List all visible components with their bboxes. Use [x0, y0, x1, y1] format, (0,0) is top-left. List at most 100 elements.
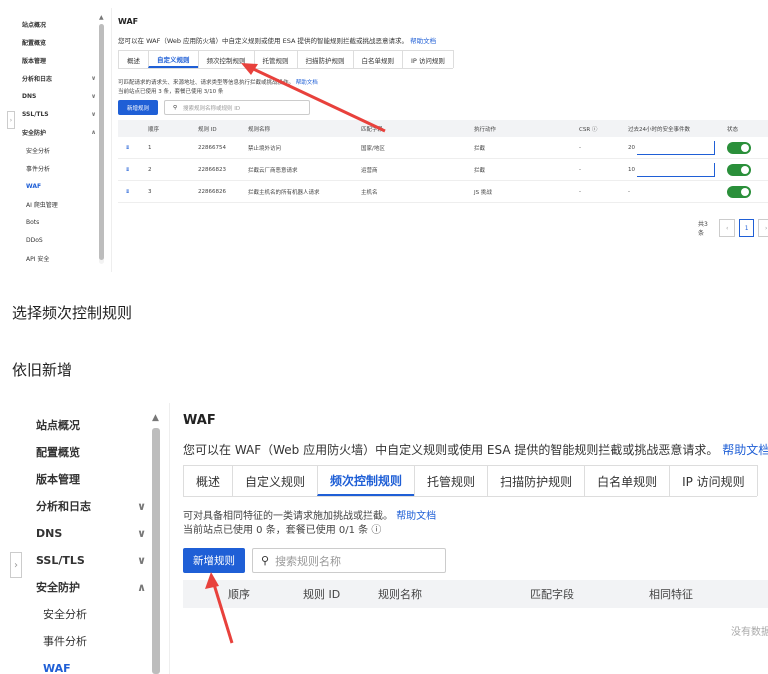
scrollbar-thumb[interactable] — [152, 428, 160, 674]
sidebar-item-dns[interactable]: DNS ∨ — [22, 91, 96, 101]
sidebar-item-waf[interactable]: WAF — [43, 660, 153, 674]
usage-text: 当前站点已使用 0 条，套餐已使用 0/1 条 ⓘ — [183, 525, 382, 536]
status-toggle[interactable] — [727, 137, 751, 158]
page-title: WAF — [118, 17, 139, 26]
tab-custom-rules[interactable]: 自定义规则 — [148, 50, 199, 68]
scrollbar-thumb[interactable] — [99, 24, 104, 260]
sidebar-item-ssl[interactable]: SSL/TLS ∨ — [22, 109, 96, 119]
sidebar-item-event-analysis[interactable]: 事件分析 — [43, 633, 153, 649]
tab-overview[interactable]: 概述 — [118, 50, 149, 68]
cell-rule-name[interactable]: 拦截云厂商恶意请求 — [248, 159, 298, 180]
cell-rule-name[interactable]: 拦截主机名的所有机器人请求 — [248, 181, 320, 202]
col-match-field: 匹配字段 — [361, 126, 384, 133]
table-row: ⁞⁞ 1 22866754 禁止境外访问 国家/地区 拦截 - 20 — [118, 137, 768, 159]
intro-text-body: 您可以在 WAF（Web 应用防火墙）中自定义规则或使用 ESA 提供的智能规则… — [183, 443, 719, 457]
sidebar-item-analytics[interactable]: 分析和日志 ∨ — [36, 498, 146, 514]
note-help-link[interactable]: 帮助文档 — [396, 511, 436, 522]
drag-handle-icon[interactable]: ⁞⁞ — [126, 181, 129, 202]
status-toggle[interactable] — [727, 181, 751, 202]
sidebar-item-analytics[interactable]: 分析和日志 ∨ — [22, 73, 96, 83]
sidebar-item-label: 安全防护 — [22, 129, 47, 137]
drag-handle-icon[interactable]: ⁞⁞ — [126, 137, 129, 158]
sidebar-item-event-analysis[interactable]: 事件分析 — [26, 163, 100, 173]
cell-csr: - — [579, 144, 581, 151]
toggle-on-icon — [727, 141, 751, 154]
tab-scan-protection[interactable]: 扫描防护规则 — [296, 50, 354, 68]
col-rule-id: 规则 ID — [198, 126, 217, 133]
sidebar-item-site-overview[interactable]: 站点概况 — [36, 417, 146, 433]
cell-rule-id: 22866823 — [198, 166, 226, 173]
cell-csr: - — [579, 166, 581, 173]
drag-handle-icon[interactable]: ⁞⁞ — [126, 159, 129, 180]
events-count: 20 — [628, 144, 635, 151]
sidebar-item-security[interactable]: 安全防护 ∧ — [36, 579, 146, 595]
tab-whitelist[interactable]: 白名单规则 — [584, 465, 671, 496]
search-input[interactable]: ⚲ 搜索规则名称或规则 ID — [164, 100, 310, 115]
sidebar-item-config-overview[interactable]: 配置概览 — [22, 37, 96, 47]
sidebar-item-waf[interactable]: WAF — [26, 181, 100, 191]
sidebar-item-security-analysis[interactable]: 安全分析 — [43, 606, 153, 622]
tab-managed-rules[interactable]: 托管规则 — [253, 50, 298, 68]
prev-page-icon[interactable]: ‹ — [719, 219, 735, 237]
tab-custom-rules[interactable]: 自定义规则 — [232, 465, 319, 496]
add-rule-button[interactable]: 新增规则 — [183, 548, 245, 573]
page-number[interactable]: 1 — [738, 219, 755, 237]
sidebar-item-site-overview[interactable]: 站点概况 — [22, 19, 96, 29]
sidebar-item-label: 分析和日志 — [36, 500, 91, 513]
sidebar-scrollbar[interactable] — [152, 428, 160, 674]
add-rule-button[interactable]: 新增规则 — [118, 100, 158, 115]
cell-events[interactable]: 10 — [628, 159, 715, 180]
sidebar-item-ddos[interactable]: DDoS — [26, 235, 100, 245]
rules-description-text: 可匹配请求的请求头、来源地址、请求类型等信息执行拦截或挑战操作。 — [118, 80, 295, 86]
sidebar-item-version[interactable]: 版本管理 — [36, 471, 146, 487]
col-rule-name: 规则名称 — [378, 588, 422, 601]
tab-whitelist[interactable]: 白名单规则 — [352, 50, 403, 68]
rules-description: 可对具备相同特征的一类请求施加挑战或拦截。 帮助文档 — [183, 507, 436, 522]
tab-ip-access[interactable]: IP 访问规则 — [402, 50, 454, 68]
sidebar-item-ssl[interactable]: SSL/TLS ∨ — [36, 552, 146, 568]
pagination: 共3条 ‹ 1 › — [698, 219, 768, 237]
sidebar-item-label: 版本管理 — [36, 473, 80, 486]
col-status: 状态 — [727, 126, 739, 133]
toggle-on-icon — [727, 163, 751, 176]
sidebar-item-security[interactable]: 安全防护 ∧ — [22, 127, 96, 137]
sidebar-item-label: 安全防护 — [36, 581, 80, 594]
col-order: 顺序 — [228, 588, 250, 601]
tab-ip-access[interactable]: IP 访问规则 — [669, 465, 758, 496]
sidebar-item-label: API 安全 — [26, 255, 50, 263]
scroll-up-icon[interactable]: ▲ — [152, 413, 159, 423]
tab-managed-rules[interactable]: 托管规则 — [414, 465, 489, 496]
cell-match-field: 国家/地区 — [361, 145, 385, 152]
scroll-up-icon[interactable]: ▲ — [99, 14, 104, 21]
cell-rule-id: 22866754 — [198, 144, 226, 151]
sidebar-item-label: Bots — [26, 218, 40, 226]
sidebar-item-label: WAF — [26, 182, 42, 190]
cell-order: 2 — [148, 166, 152, 173]
help-link[interactable]: 帮助文档 — [722, 443, 768, 457]
sidebar-item-api-security[interactable]: API 安全 — [26, 253, 100, 263]
search-input[interactable]: ⚲ 搜索规则名称 — [252, 548, 446, 573]
cell-events[interactable]: 20 — [628, 137, 715, 158]
sidebar-item-security-analysis[interactable]: 安全分析 — [26, 145, 100, 155]
tab-scan-protection[interactable]: 扫描防护规则 — [487, 465, 586, 496]
tab-rate-limit-rules[interactable]: 频次控制规则 — [197, 50, 255, 68]
sidebar-item-ai-crawler[interactable]: AI 爬虫管理 — [26, 199, 100, 209]
sidebar-item-bots[interactable]: Bots — [26, 217, 100, 227]
tab-rate-limit-rules[interactable]: 频次控制规则 — [317, 465, 416, 496]
tab-overview[interactable]: 概述 — [183, 465, 234, 496]
help-link[interactable]: 帮助文档 — [410, 37, 436, 45]
sidebar-scrollbar[interactable] — [99, 24, 104, 264]
collapse-chevron-icon[interactable]: › — [7, 111, 15, 129]
chevron-down-icon: ∨ — [91, 74, 96, 82]
note-help-link[interactable]: 帮助文档 — [296, 80, 318, 86]
table-header: 顺序 规则 ID 规则名称 匹配字段 相同特征 — [183, 580, 768, 608]
sidebar-item-config-overview[interactable]: 配置概览 — [36, 444, 146, 460]
sidebar-item-version[interactable]: 版本管理 — [22, 55, 96, 65]
sidebar-item-dns[interactable]: DNS ∨ — [36, 525, 146, 541]
status-toggle[interactable] — [727, 159, 751, 180]
next-page-icon[interactable]: › — [758, 219, 768, 237]
cell-rule-name[interactable]: 禁止境外访问 — [248, 137, 281, 158]
sidebar-item-label: DNS — [22, 92, 37, 100]
intro-text: 您可以在 WAF（Web 应用防火墙）中自定义规则或使用 ESA 提供的智能规则… — [183, 441, 768, 458]
collapse-chevron-icon[interactable]: › — [10, 552, 22, 578]
